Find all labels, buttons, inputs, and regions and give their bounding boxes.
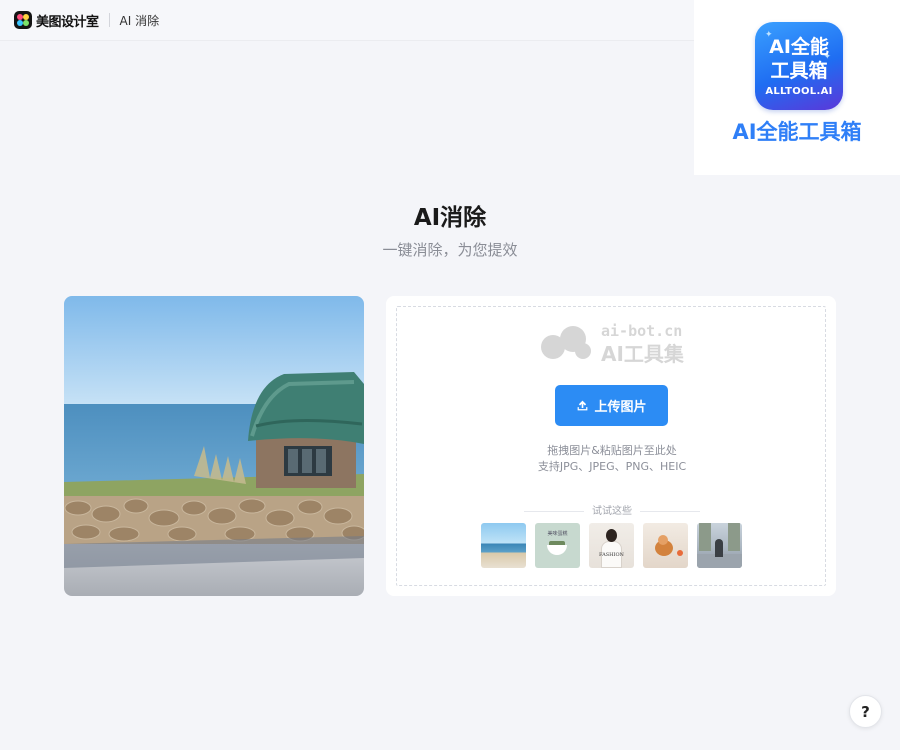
badge-title: AI全能工具箱 [732, 120, 862, 144]
page-name: AI 消除 [119, 13, 160, 28]
try-samples-label: 试试这些 [397, 502, 827, 517]
sample-image-pet[interactable] [643, 523, 688, 568]
upload-panel: ai-bot.cn AI工具集 上传图片 拖拽图片&粘贴图片至此处 支持JPG、… [386, 296, 836, 596]
ai-bot-watermark: ai-bot.cn AI工具集 [539, 321, 709, 366]
badge-icon-line3: ALLTOOL.AI [765, 86, 833, 97]
upload-button-label: 上传图片 [594, 399, 647, 414]
cottage-seaside-illustration [64, 296, 364, 596]
sample-image-street[interactable] [697, 523, 742, 568]
alltool-app-icon: ✦ ✦ AI全能 工具箱 ALLTOOL.AI [755, 22, 843, 110]
sample-fashion-text: FASHION [599, 552, 624, 558]
upload-icon [578, 400, 588, 411]
topbar-divider [108, 13, 110, 27]
badge-icon-line2: 工具箱 [770, 60, 828, 82]
page-subtitle: 一键消除，为您提效 [382, 241, 518, 259]
upload-image-button[interactable]: 上传图片 [555, 385, 668, 426]
watermark-name: AI工具集 [601, 342, 684, 366]
page-title: AI消除 [413, 205, 487, 231]
sample-image-cake[interactable]: 美味蛋糕 [535, 523, 580, 568]
image-dropzone[interactable]: ai-bot.cn AI工具集 上传图片 拖拽图片&粘贴图片至此处 支持JPG、… [396, 306, 826, 586]
meitu-logo-icon [14, 11, 32, 29]
brand-name: 美图设计室 [36, 14, 99, 30]
sample-cake-text: 美味蛋糕 [547, 531, 568, 537]
help-icon: ? [861, 702, 870, 721]
help-button[interactable]: ? [849, 695, 882, 728]
sample-images: 美味蛋糕 FASHION [481, 523, 742, 568]
dropzone-hint: 拖拽图片&粘贴图片至此处 [547, 444, 677, 457]
sample-image-beach[interactable] [481, 523, 526, 568]
ai-bot-logo-icon [541, 326, 591, 359]
supported-formats: 支持JPG、JPEG、PNG、HEIC [537, 460, 687, 473]
badge-icon-line1: AI全能 [769, 36, 829, 58]
sample-image-fashion[interactable]: FASHION [589, 523, 634, 568]
alltool-badge: ✦ ✦ AI全能 工具箱 ALLTOOL.AI AI全能工具箱 [694, 0, 900, 175]
brand-link[interactable]: 美图设计室 [14, 11, 99, 30]
demo-preview-image [64, 296, 364, 596]
